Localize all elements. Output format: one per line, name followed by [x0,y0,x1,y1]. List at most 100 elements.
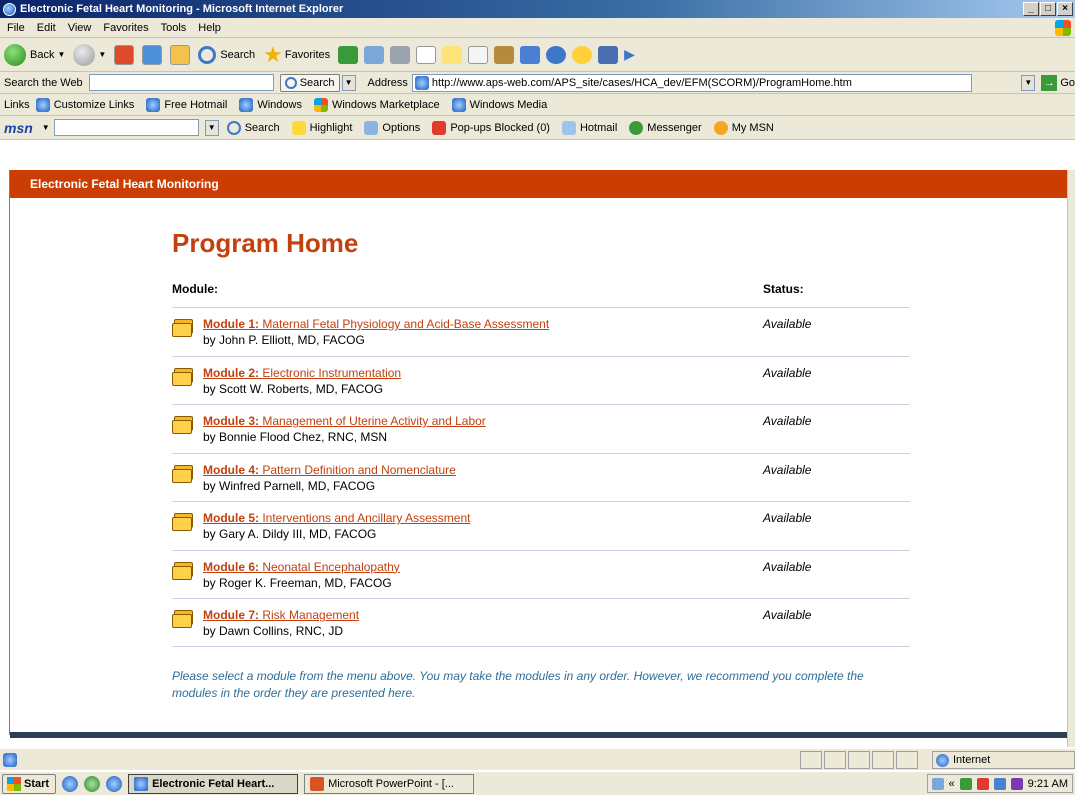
msn-highlight-button[interactable]: Highlight [291,120,353,135]
window-title: Electronic Fetal Heart Monitoring - Micr… [20,3,344,15]
start-button[interactable]: Start [2,773,57,794]
research-icon[interactable] [494,45,515,64]
print-icon[interactable] [390,45,411,64]
link-free-hotmail[interactable]: Free Hotmail [146,97,227,112]
start-label: Start [24,777,50,790]
tray-expand-icon[interactable]: « [949,778,955,790]
ie-extra-icon[interactable] [546,45,567,64]
module-link[interactable]: Module 7: Risk Management [203,608,359,622]
back-dropdown-icon[interactable]: ▼ [57,50,65,59]
smiley-icon[interactable] [572,45,593,64]
module-link[interactable]: Module 6: Neonatal Encephalopathy [203,560,400,574]
window-titlebar: Electronic Fetal Heart Monitoring - Micr… [0,0,1075,18]
globe-icon [936,753,949,767]
history-icon[interactable] [338,45,359,64]
task-powerpoint-window[interactable]: Microsoft PowerPoint - [... [304,773,475,794]
windows-flag-icon [313,97,328,112]
mail-icon[interactable] [364,45,385,64]
back-button[interactable]: Back ▼ [4,43,65,66]
module-link[interactable]: Module 2: Electronic Instrumentation [203,366,401,380]
window-controls: _ □ × [1023,2,1073,16]
msn-toolbar: msn ▼ ▼ Search Highlight Options Pop-ups… [0,116,1075,140]
msn-input-dropdown-icon[interactable]: ▼ [204,119,219,136]
msn-search-input[interactable] [53,119,199,136]
msn-item-label: Highlight [309,121,353,134]
msn-my-msn-button[interactable]: My MSN [713,120,774,135]
maximize-button[interactable]: □ [1040,2,1056,16]
quicklaunch-ie-icon[interactable] [106,775,123,792]
search-button[interactable]: Search [198,45,255,64]
status-panes [800,751,918,769]
ie-page-icon [146,97,161,112]
menu-favorites[interactable]: Favorites [103,22,148,34]
vertical-scrollbar[interactable] [1067,170,1075,747]
module-link[interactable]: Module 5: Interventions and Ancillary As… [203,511,470,525]
go-label[interactable]: Go [1060,77,1075,89]
edit-icon[interactable] [416,45,437,64]
folder-icon [172,513,194,531]
msn-popups-blocked-button[interactable]: Pop-ups Blocked (0) [432,120,550,135]
favorites-button[interactable]: ★ Favorites [263,41,330,67]
module-row: Module 1: Maternal Fetal Physiology and … [172,307,910,356]
link-customize-links[interactable]: Customize Links [35,97,134,112]
monitor-icon[interactable] [598,45,619,64]
menu-tools[interactable]: Tools [161,22,187,34]
address-input[interactable]: http://www.aps-web.com/APS_site/cases/HC… [411,73,972,92]
module-status: Available [763,317,812,331]
msn-dropdown-icon[interactable]: ▼ [42,123,50,132]
link-windows-media[interactable]: Windows Media [451,97,547,112]
module-link[interactable]: Module 3: Management of Uterine Activity… [203,414,486,428]
menu-edit[interactable]: Edit [37,22,56,34]
search-web-button-label: Search [299,76,335,89]
menu-view[interactable]: View [68,22,92,34]
menu-file[interactable]: File [7,22,25,34]
module-link[interactable]: Module 1: Maternal Fetal Physiology and … [203,317,549,331]
close-button[interactable]: × [1057,2,1073,16]
links-bar: Links Customize Links Free Hotmail Windo… [0,94,1075,116]
quicklaunch-media-icon[interactable] [84,775,101,792]
search-icon [198,45,217,64]
module-row: Module 5: Interventions and Ancillary As… [172,501,910,550]
module-status: Available [763,365,812,380]
msn-item-label: Messenger [647,121,702,134]
tray-security-icon[interactable] [976,777,989,790]
forward-dropdown-icon[interactable]: ▼ [98,50,106,59]
messenger-icon[interactable] [520,45,541,64]
address-dropdown-icon[interactable]: ▼ [1021,74,1036,91]
msn-hotmail-button[interactable]: Hotmail [561,120,617,135]
module-link[interactable]: Module 4: Pattern Definition and Nomencl… [203,463,456,477]
tray-volume-icon[interactable] [993,777,1006,790]
link-windows-marketplace[interactable]: Windows Marketplace [313,97,440,112]
msn-search-button[interactable]: Search [226,120,280,135]
msn-options-button[interactable]: Options [364,120,420,135]
note-icon[interactable] [442,45,463,64]
link-windows[interactable]: Windows [239,97,302,112]
search-web-button[interactable]: Search [279,73,340,92]
taskbar: Start Electronic Fetal Heart... Microsof… [0,771,1075,795]
tray-clock[interactable]: 9:21 AM [1028,778,1068,790]
module-row: Module 2: Electronic Instrumentation by … [172,355,910,405]
folder-icon [172,561,194,580]
refresh-icon[interactable] [142,44,163,65]
go-arrow-icon[interactable]: → [1041,74,1058,91]
tray-icon[interactable] [931,777,944,790]
task-ie-window[interactable]: Electronic Fetal Heart... [128,773,299,794]
favorites-star-icon: ★ [263,41,283,67]
tray-network-icon[interactable] [959,777,972,790]
play-icon[interactable]: ▶ [624,46,635,63]
forward-button[interactable]: ▼ [73,43,106,66]
quicklaunch-outlook-icon[interactable] [62,775,79,792]
minimize-button[interactable]: _ [1023,2,1039,16]
security-zone: Internet [932,751,1075,769]
document-icon[interactable] [468,45,489,64]
search-dropdown-icon[interactable]: ▼ [341,74,356,91]
msn-messenger-button[interactable]: Messenger [629,120,702,135]
highlight-icon [291,120,306,135]
tray-app-icon[interactable] [1010,777,1023,790]
ie-page-icon [35,97,50,112]
menu-help[interactable]: Help [198,22,221,34]
msn-logo[interactable]: msn [4,120,33,136]
stop-icon[interactable] [114,44,135,65]
search-web-input[interactable] [88,74,274,91]
home-icon[interactable] [170,44,191,65]
